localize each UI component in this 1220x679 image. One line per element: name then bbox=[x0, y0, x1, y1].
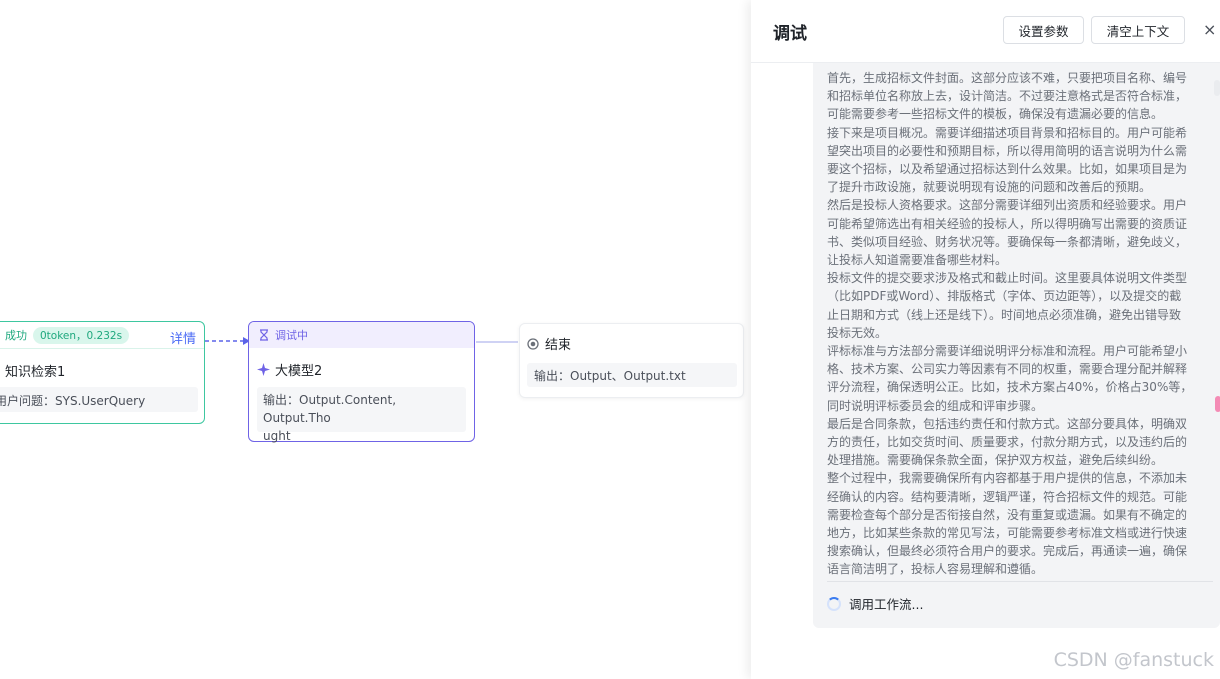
hourglass-icon bbox=[260, 329, 268, 341]
message-line: 让投标人知道需要准备哪些材料。 bbox=[827, 253, 1008, 268]
output-line-1: 输出：Output.Content, Output.Tho bbox=[263, 393, 397, 425]
node-status-bar: 调试中 bbox=[249, 322, 474, 348]
workflow-canvas[interactable]: 成功 0token，0.232s 详情 知识检索1 用户问题：SYS.UserQ… bbox=[0, 0, 752, 679]
message-line: 经确认的内容。结构要清晰，逻辑严谨，符合招标文件的规范。可能 bbox=[827, 489, 1188, 504]
sparkle-icon bbox=[257, 363, 270, 376]
floating-assistant-icon[interactable] bbox=[1215, 396, 1220, 412]
message-line: 望突出项目的必要性和预期目标，所以得用简明的语言说明为什么需 bbox=[827, 143, 1188, 158]
loading-spinner-icon bbox=[827, 596, 841, 611]
message-line: 止日期和方式（线上还是线下）。时间地点必须准确，避免出错导致 bbox=[827, 307, 1182, 322]
workflow-status-text: 调用工作流... bbox=[849, 597, 924, 612]
message-line: 地方，比如某些条款的常见写法，可能需要参考标准文档或进行快速 bbox=[827, 526, 1188, 541]
node-input-summary: 用户问题：SYS.UserQuery bbox=[0, 387, 198, 412]
edge-node2-node3 bbox=[476, 341, 518, 343]
token-time-badge: 0token，0.232s bbox=[33, 326, 130, 344]
message-line: 首先，生成招标文件封面。这部分应该不难，只要把项目名称、编号 bbox=[827, 71, 1188, 85]
end-node[interactable]: 结束 输出：Output、Output.txt bbox=[519, 323, 744, 398]
assistant-message: 首先，生成招标文件封面。这部分应该不难，只要把项目名称、编号 和招标单位名称放上… bbox=[813, 63, 1220, 628]
message-line: 方的责任，比如交货时间、质量要求，付款分期方式，以及违约后的 bbox=[827, 435, 1188, 450]
output-line-2: ught bbox=[263, 429, 291, 443]
message-line: 了提升市政设施，就要说明现有设施的问题和改善后的预期。 bbox=[827, 180, 1152, 195]
node-title-row: 大模型2 bbox=[257, 360, 322, 379]
message-line: 格、技术方案、公司实力等因素有不同的权重，需要合理分配并解释 bbox=[827, 362, 1188, 377]
message-line: 接下来是项目概况。需要详细描述项目背景和招标目的。用户可能希 bbox=[827, 125, 1188, 140]
message-line: 书、类似项目经验、财务状况等。要确保每一条都清晰，避免歧义， bbox=[827, 234, 1188, 249]
settings-button[interactable]: 设置参数 bbox=[1003, 16, 1084, 44]
node-title: 结束 bbox=[545, 338, 572, 353]
scroll-handle[interactable] bbox=[1214, 80, 1220, 96]
clear-context-button[interactable]: 清空上下文 bbox=[1091, 16, 1185, 44]
message-line: 投标文件的提交要求涉及格式和截止时间。这里要具体说明文件类型 bbox=[827, 271, 1188, 286]
node-output-summary: 输出：Output.Content, Output.Tho ught bbox=[257, 387, 466, 443]
message-line: 要这个招标，以及希望通过招标达到什么效果。比如，如果项目是为 bbox=[827, 162, 1188, 177]
message-line: 投标无效。 bbox=[827, 325, 888, 340]
message-line: 语言简洁明了，投标人容易理解和遵循。 bbox=[827, 562, 1044, 577]
status-success-label: 成功 bbox=[5, 329, 27, 342]
message-divider bbox=[827, 581, 1213, 582]
message-line: 最后是合同条款，包括违约责任和付款方式。这部分要具体，明确双 bbox=[827, 416, 1188, 431]
knowledge-retrieval-node[interactable]: 成功 0token，0.232s 详情 知识检索1 用户问题：SYS.UserQ… bbox=[0, 321, 205, 424]
message-line: 和招标单位名称放上去，设计简洁。不过要注意格式是否符合标准， bbox=[827, 89, 1188, 104]
message-line: （比如PDF或Word）、排版格式（字体、页边距等），以及提交的截 bbox=[827, 289, 1182, 304]
message-line: 可能需要参考一些招标文件的模板，确保没有遗漏必要的信息。 bbox=[827, 107, 1164, 122]
message-line: 评标标准与方法部分需要详细说明评分标准和流程。用户可能希望小 bbox=[827, 344, 1188, 359]
message-line: 同时说明评标委员会的组成和评审步骤。 bbox=[827, 398, 1044, 413]
detail-link[interactable]: 详情 bbox=[170, 328, 196, 347]
stop-circle-icon bbox=[527, 337, 539, 350]
node-title: 知识检索1 bbox=[5, 365, 66, 380]
workflow-status: 调用工作流... bbox=[827, 594, 923, 613]
node-output-summary: 输出：Output、Output.txt bbox=[527, 363, 737, 387]
message-text: 首先，生成招标文件封面。这部分应该不难，只要把项目名称、编号 和招标单位名称放上… bbox=[827, 69, 1213, 579]
message-line: 处理措施。需要确保条款全面，保护双方权益，避免后续纠纷。 bbox=[827, 453, 1164, 468]
message-line: 然后是投标人资格要求。这部分需要详细列出资质和经验要求。用户 bbox=[827, 198, 1188, 213]
panel-title: 调试 bbox=[773, 24, 807, 44]
node-title: 大模型2 bbox=[275, 364, 323, 379]
debug-panel: 调试 设置参数 清空上下文 × 首先，生成招标文件封面。这部分应该不难，只要把项… bbox=[751, 0, 1220, 679]
node-title-row: 结束 bbox=[527, 334, 571, 353]
edge-node1-node2 bbox=[205, 337, 250, 345]
llm-node[interactable]: 调试中 大模型2 输出：Output.Content, Output.Tho u… bbox=[248, 321, 475, 443]
message-line: 需要检查每个部分是否衔接自然，没有重复或遗漏。如果有不确定的 bbox=[827, 507, 1188, 522]
message-line: 整个过程中，我需要确保所有内容都基于用户提供的信息，不添加未 bbox=[827, 471, 1188, 486]
message-line: 搜索确认，但最终必须符合用户的要求。完成后，再通读一遍，确保 bbox=[827, 544, 1188, 559]
status-debugging-label: 调试中 bbox=[275, 329, 308, 342]
close-icon[interactable]: × bbox=[1203, 20, 1216, 39]
message-line: 可能希望筛选出有相关经验的投标人，所以得明确写出需要的资质证 bbox=[827, 216, 1188, 231]
message-line: 评分流程，确保透明公正。比如，技术方案占40%，价格占30%等， bbox=[827, 380, 1193, 395]
watermark: CSDN @fanstuck bbox=[1053, 649, 1214, 671]
